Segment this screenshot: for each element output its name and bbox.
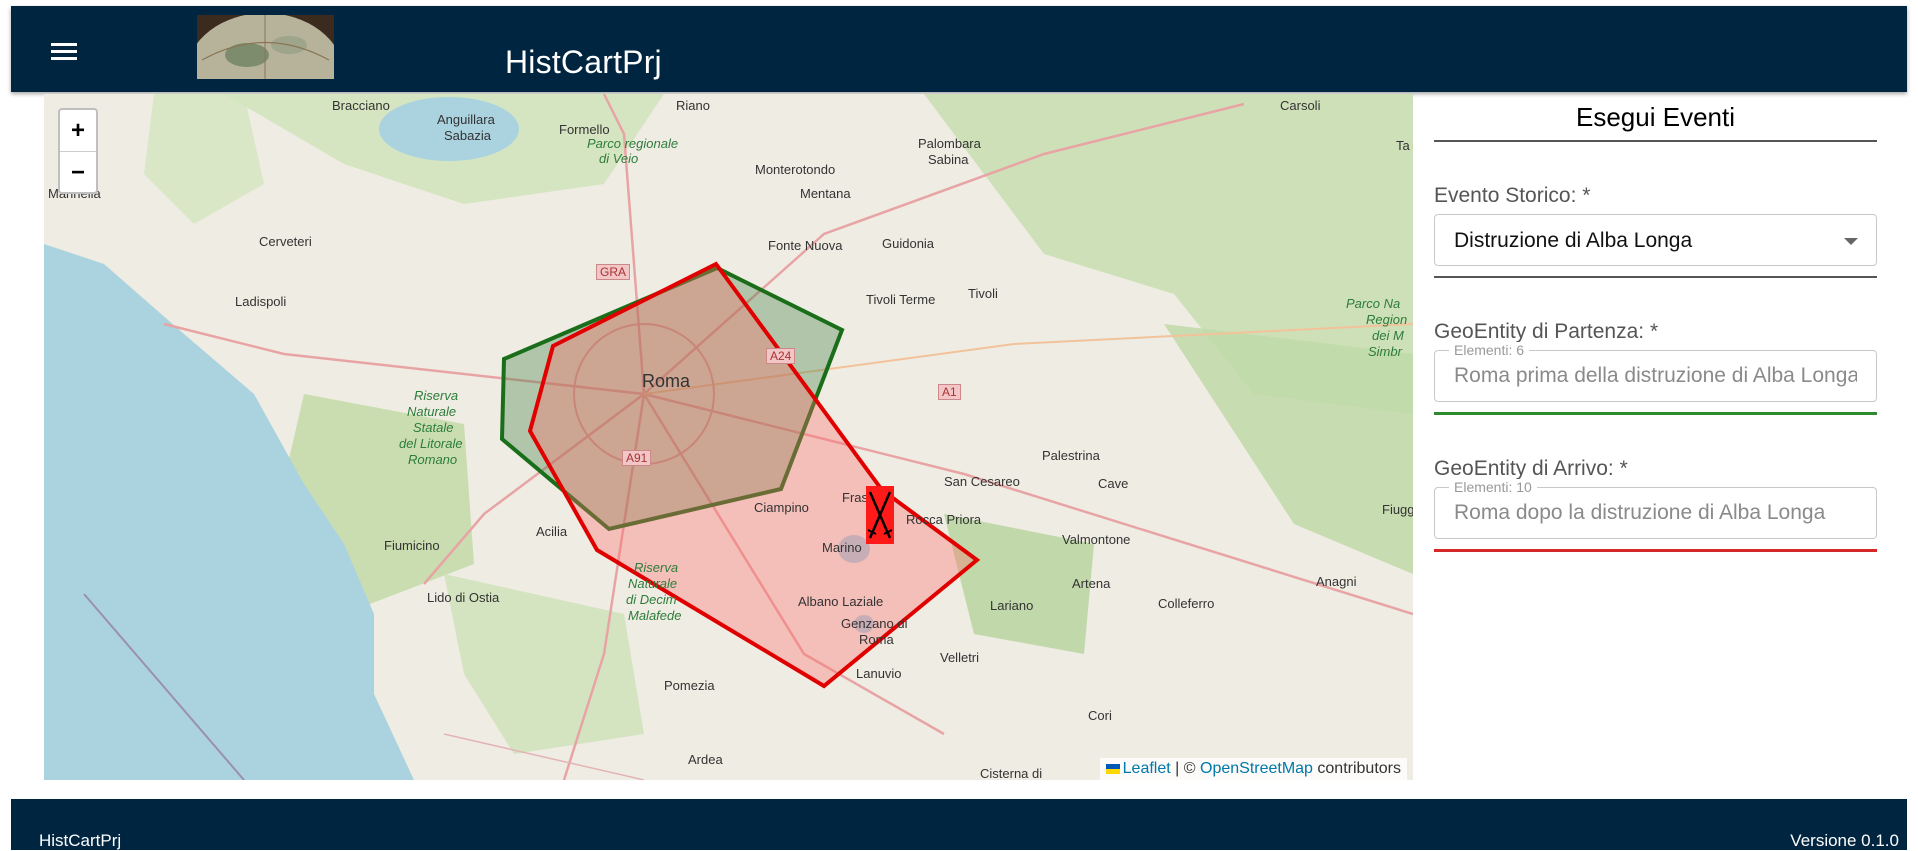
place-label: Palestrina [1042,448,1100,463]
place-label: Ciampino [754,500,809,515]
place-label: dei M [1372,328,1404,343]
evento-label: Evento Storico: * [1434,184,1591,207]
place-label: Fiugg [1382,502,1413,517]
footer-app-name: HistCartPrj [39,831,122,850]
place-label: Lariano [990,598,1034,613]
zoom-out-button[interactable]: − [60,152,96,193]
app-title: HistCartPrj [505,44,662,80]
place-label: di Decim [626,592,677,607]
ukraine-flag-icon [1105,763,1120,774]
zoom-control: + − [58,108,98,194]
footer-version: Versione 0.1.0 [1790,831,1899,850]
place-label: Sabazia [444,128,491,143]
place-label: Genzano di [841,616,908,631]
arrivo-underline [1434,549,1877,552]
place-label: Anagni [1316,574,1357,589]
place-label: Ta [1396,138,1410,153]
place-label: di Veio [599,151,639,166]
crossed-swords-icon [867,491,893,539]
road-shield: A24 [766,348,796,364]
place-label: Naturale [407,404,457,419]
evento-select[interactable]: Distruzione di Alba Longa [1434,214,1877,266]
osm-link[interactable]: OpenStreetMap [1200,760,1313,777]
place-label: Monterotondo [755,162,836,177]
place-label: Velletri [940,650,980,665]
place-label: Tivoli Terme [866,292,936,307]
place-label: Cave [1098,476,1129,491]
app-footer: HistCartPrj Versione 0.1.0 [11,799,1907,850]
place-label: Fras [842,490,868,505]
place-label: Roma [859,632,894,647]
place-label: Palombara [918,136,981,151]
place-label: Riserva [634,560,679,575]
place-label: Parco regionale [587,136,679,151]
place-label: Riserva [414,388,459,403]
place-label: Carsoli [1280,98,1321,113]
place-label: Region [1366,312,1408,327]
evento-underline [1434,276,1877,278]
road-shield: GRA [596,264,631,280]
partenza-underline [1434,412,1877,415]
dropdown-arrow-icon [1844,238,1858,245]
map-tiles [44,94,1413,780]
zoom-in-button[interactable]: + [60,110,96,152]
place-label: Lanuvio [856,666,902,681]
map-attribution: Leaflet | © OpenStreetMap contributors [1099,758,1407,780]
place-label: Simbr [1368,344,1402,359]
arrivo-field: Elementi: 10 [1434,479,1877,539]
road-shield: A1 [938,384,961,400]
place-label: Lido di Ostia [427,590,500,605]
hamburger-menu-icon[interactable] [37,34,83,66]
place-label: San Cesareo [944,474,1020,489]
globe-logo [197,15,334,79]
place-label: Formello [559,122,610,137]
place-label: Marino [822,540,862,555]
place-label: Guidonia [882,236,935,251]
place-label: Fiumicino [384,538,440,553]
place-label: Tivoli [968,286,998,301]
arrivo-input[interactable] [1435,488,1876,538]
partenza-field: Elementi: 6 [1434,342,1877,402]
partenza-input[interactable] [1435,351,1876,401]
place-label: Cisterna di [980,766,1043,780]
place-label: Fonte Nuova [768,238,843,253]
place-label: Valmontone [1062,532,1131,547]
attribution-contributors: contributors [1317,760,1401,777]
place-label: Acilia [536,524,568,539]
battle-marker[interactable] [866,486,894,544]
road-shield: A91 [622,450,652,466]
place-label: Sabina [928,152,969,167]
place-label: Riano [676,98,710,113]
app-header: HistCartPrj [11,6,1907,92]
leaflet-link[interactable]: Leaflet [1123,760,1171,777]
place-label: Naturale [628,576,678,591]
place-label: Artena [1072,576,1111,591]
place-label: Albano Laziale [798,594,884,609]
events-panel: Esegui Eventi Evento Storico: * Distruzi… [1434,94,1877,552]
place-label: Pomezia [664,678,715,693]
place-label: Anguillara [437,112,495,127]
place-label: Cerveteri [259,234,312,249]
place-label: Ladispoli [235,294,287,309]
place-label: Statale [413,420,454,435]
place-label: Malafede [628,608,682,623]
place-label: Ardea [688,752,723,767]
attribution-separator: | © [1175,760,1196,777]
place-label: Cori [1088,708,1112,723]
place-label: Parco Na [1346,296,1401,311]
panel-title: Esegui Eventi [1434,94,1877,142]
place-label: Romano [408,452,458,467]
map-view[interactable]: Roma Bracciano Anguillara Sabazia Formel… [44,94,1413,780]
place-label: Roma [642,371,691,391]
place-label: del Litorale [399,436,463,451]
place-label: Rocca Priora [906,512,982,527]
place-label: Mentana [800,186,851,201]
place-label: Colleferro [1158,596,1215,611]
place-label: Bracciano [332,98,390,113]
evento-selected-value: Distruzione di Alba Longa [1454,229,1693,252]
